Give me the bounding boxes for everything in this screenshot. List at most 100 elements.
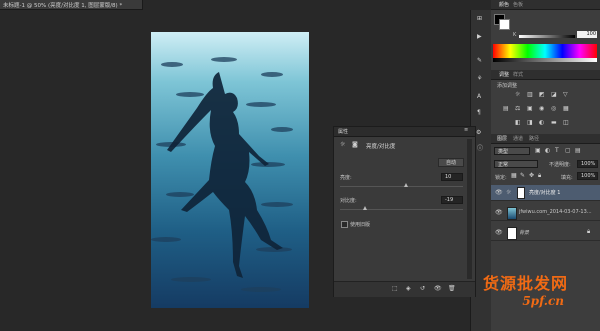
lock-position-icon[interactable]: ✥ (529, 173, 534, 179)
watermark-line2: 5pf.cn (522, 294, 565, 308)
adjustments-panel-tabs: 调整 样式 (491, 70, 600, 80)
contrast-slider[interactable] (340, 209, 463, 210)
adjustment-name: 亮度/对比度 (366, 144, 396, 150)
info-icon[interactable]: ⓘ (477, 146, 483, 152)
tab-swatches[interactable]: 色板 (513, 1, 523, 8)
layers-panel-tabs: 图层 通道 路径 (491, 134, 600, 144)
blend-mode-dropdown[interactable]: 正常 (494, 160, 538, 168)
brightness-contrast-icon: ☼ (506, 189, 512, 196)
threshold-icon[interactable]: ◐ (539, 120, 544, 126)
color-lookup-icon[interactable]: ▦ (563, 106, 569, 112)
lock-image-icon[interactable]: ✎ (520, 173, 525, 179)
filter-shape-icon[interactable]: ▢ (565, 148, 571, 154)
document-tab[interactable]: 未标题-1 @ 50% (亮度/对比度 1, 图层蒙版/8) * (0, 0, 143, 10)
selective-color-icon[interactable]: ◫ (563, 120, 569, 126)
toggle-visibility-icon[interactable]: 👁︎ (434, 286, 442, 292)
channel-mixer-icon[interactable]: ◎ (551, 106, 556, 112)
layer-name[interactable]: 亮度/对比度 1 (529, 189, 560, 196)
document-tab-title: 未标题-1 @ 50% (亮度/对比度 1, 图层蒙版/8) * (3, 3, 123, 9)
brightness-contrast-icon[interactable]: ☼ (515, 92, 520, 98)
layer-row[interactable]: 👁︎ jfwiwu.com_2014-03-07-13... (491, 205, 600, 221)
paragraph-icon[interactable]: ¶ (477, 110, 481, 116)
lock-all-icon[interactable]: 🔒︎ (538, 173, 541, 179)
k-channel-slider[interactable] (519, 35, 575, 38)
brightness-slider-thumb[interactable] (403, 183, 408, 187)
tab-color[interactable]: 颜色 (499, 1, 509, 8)
clip-to-layer-icon[interactable]: ⬚ (392, 286, 398, 292)
tab-adjustments[interactable]: 调整 (499, 71, 509, 78)
properties-panel: 属性 ≡ ☼ ◙ 亮度/对比度 自动 亮度: 10 对比度: -19 使用旧版 … (333, 126, 476, 297)
character-icon[interactable]: A (477, 94, 481, 100)
filter-pixel-icon[interactable]: ▣ (535, 148, 541, 154)
fill-label: 填充: (561, 175, 573, 181)
filter-type-icon[interactable]: T (555, 148, 559, 154)
actions-icon[interactable]: ▶ (477, 34, 482, 40)
visibility-eye-icon[interactable]: 👁︎ (495, 190, 503, 196)
contrast-slider-thumb[interactable] (363, 206, 368, 210)
opacity-field[interactable]: 100% (577, 160, 598, 168)
layer-filter-dropdown[interactable]: 类型 (494, 147, 530, 155)
tab-layers[interactable]: 图层 (497, 135, 507, 142)
layer-mask-thumbnail[interactable] (517, 187, 525, 199)
color-balance-icon[interactable]: ⚖ (515, 106, 520, 112)
properties-scrollbar[interactable] (467, 139, 472, 279)
mask-icon[interactable]: ◙ (352, 142, 358, 148)
auto-button[interactable]: 自动 (438, 158, 464, 167)
diver-silhouette (167, 72, 283, 278)
levels-icon[interactable]: ▥ (527, 92, 533, 98)
invert-icon[interactable]: ◧ (515, 120, 521, 126)
view-previous-icon[interactable]: ◈ (406, 286, 411, 292)
visibility-eye-icon[interactable]: 👁︎ (495, 230, 503, 236)
filter-smart-icon[interactable]: ▤ (575, 148, 581, 154)
brush-icon[interactable]: ✎ (477, 58, 482, 64)
lock-icon: 🔒︎ (587, 228, 591, 235)
black-white-icon[interactable]: ▣ (527, 106, 533, 112)
opacity-label: 不透明度: (549, 162, 571, 168)
brightness-label: 亮度: (340, 175, 352, 181)
properties-panel-title: 属性 (338, 129, 349, 135)
lock-transparent-icon[interactable]: ▦ (511, 173, 517, 179)
background-color-swatch[interactable] (499, 19, 510, 30)
reset-icon[interactable]: ↺ (420, 286, 425, 292)
gradient-map-icon[interactable]: ▬ (551, 120, 557, 126)
hue-saturation-icon[interactable]: ▤ (503, 106, 509, 112)
grayscale-ramp[interactable] (493, 58, 597, 62)
k-channel-label: K (513, 32, 517, 38)
fill-field[interactable]: 100% (577, 172, 598, 180)
brightness-slider[interactable] (340, 186, 463, 187)
delete-icon[interactable]: 🗑︎ (448, 286, 456, 292)
exposure-icon[interactable]: ◪ (551, 92, 557, 98)
history-icon[interactable]: ⊞ (477, 16, 482, 22)
lock-label: 锁定: (495, 175, 507, 181)
contrast-label: 对比度: (340, 198, 357, 204)
layer-name[interactable]: jfwiwu.com_2014-03-07-13... (519, 209, 592, 215)
visibility-eye-icon[interactable]: 👁︎ (495, 210, 503, 216)
blend-mode-value: 正常 (498, 162, 509, 168)
layer-name[interactable]: 背景 (519, 229, 529, 236)
layer-row[interactable]: 👁︎ ☼ 亮度/对比度 1 (491, 185, 600, 201)
legacy-label: 使用旧版 (350, 222, 371, 228)
document-canvas-image[interactable] (151, 32, 309, 308)
layer-row[interactable]: 👁︎ 背景 🔒︎ (491, 225, 600, 241)
posterize-icon[interactable]: ◨ (527, 120, 533, 126)
panel-menu-icon[interactable]: ≡ (464, 128, 468, 133)
clone-source-icon[interactable]: ⚘ (477, 76, 482, 82)
brightness-field[interactable]: 10 (441, 173, 463, 181)
legacy-checkbox[interactable] (341, 221, 348, 228)
tab-paths[interactable]: 路径 (529, 135, 539, 142)
filter-adjustment-icon[interactable]: ◐ (545, 148, 550, 154)
properties-footer: ⬚ ◈ ↺ 👁︎ 🗑︎ (334, 281, 475, 297)
vibrance-icon[interactable]: ▽ (563, 92, 568, 98)
watermark-logo: 货源批发网 5pf.cn (483, 270, 568, 308)
properties-icon[interactable]: ⚙ (476, 130, 481, 136)
k-value-field[interactable]: 100 (577, 31, 597, 38)
curves-icon[interactable]: ◩ (539, 92, 545, 98)
tab-styles[interactable]: 样式 (513, 71, 523, 78)
color-panel-tabs: 颜色 色板 (491, 0, 600, 10)
properties-panel-header[interactable]: 属性 ≡ (334, 127, 475, 137)
tab-channels[interactable]: 通道 (513, 135, 523, 142)
layer-filter-label: 类型 (498, 149, 509, 155)
photo-filter-icon[interactable]: ◉ (539, 106, 544, 112)
contrast-field[interactable]: -19 (441, 196, 463, 204)
brightness-contrast-icon: ☼ (340, 141, 346, 148)
